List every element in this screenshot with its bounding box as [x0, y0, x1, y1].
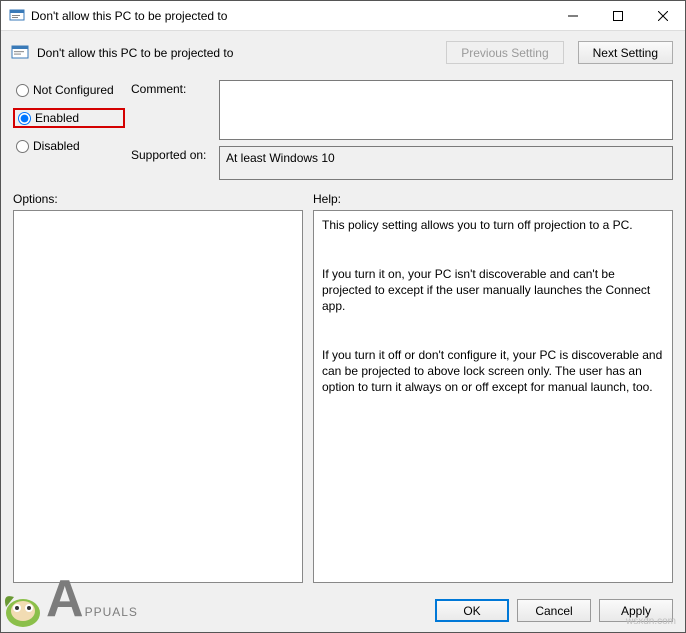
radio-enabled-input[interactable] [18, 112, 31, 125]
window-icon [9, 8, 25, 24]
radio-disabled-input[interactable] [16, 140, 29, 153]
radio-disabled[interactable]: Disabled [13, 138, 125, 154]
radio-label: Not Configured [33, 83, 114, 97]
radio-not-configured[interactable]: Not Configured [13, 82, 125, 98]
previous-setting-button[interactable]: Previous Setting [446, 41, 563, 64]
state-radio-group: Not Configured Enabled Disabled [13, 80, 125, 180]
radio-label: Disabled [33, 139, 80, 153]
bottom-bar: OK Cancel Apply [1, 589, 685, 632]
policy-editor-window: Don't allow this PC to be projected to D… [0, 0, 686, 633]
supported-label: Supported on: [131, 146, 211, 180]
radio-enabled[interactable]: Enabled [13, 108, 125, 128]
maximize-button[interactable] [595, 1, 640, 30]
window-title: Don't allow this PC to be projected to [31, 9, 550, 23]
help-panel: This policy setting allows you to turn o… [313, 210, 673, 583]
policy-icon [11, 44, 29, 62]
comment-label: Comment: [131, 80, 211, 140]
ok-button[interactable]: OK [435, 599, 509, 622]
titlebar: Don't allow this PC to be projected to [1, 1, 685, 31]
minimize-button[interactable] [550, 1, 595, 30]
options-label: Options: [13, 192, 313, 206]
cancel-button[interactable]: Cancel [517, 599, 591, 622]
apply-button[interactable]: Apply [599, 599, 673, 622]
lower-labels: Options: Help: [1, 182, 685, 208]
config-area: Not Configured Enabled Disabled Comment:… [1, 72, 685, 182]
close-button[interactable] [640, 1, 685, 30]
options-panel [13, 210, 303, 583]
policy-title: Don't allow this PC to be projected to [37, 46, 432, 60]
comment-textarea[interactable] [219, 80, 673, 140]
header-row: Don't allow this PC to be projected to P… [1, 31, 685, 72]
supported-on-box: At least Windows 10 [219, 146, 673, 180]
help-label: Help: [313, 192, 341, 206]
next-setting-button[interactable]: Next Setting [578, 41, 673, 64]
radio-not-configured-input[interactable] [16, 84, 29, 97]
lower-panels: This policy setting allows you to turn o… [1, 208, 685, 589]
radio-label: Enabled [35, 111, 79, 125]
